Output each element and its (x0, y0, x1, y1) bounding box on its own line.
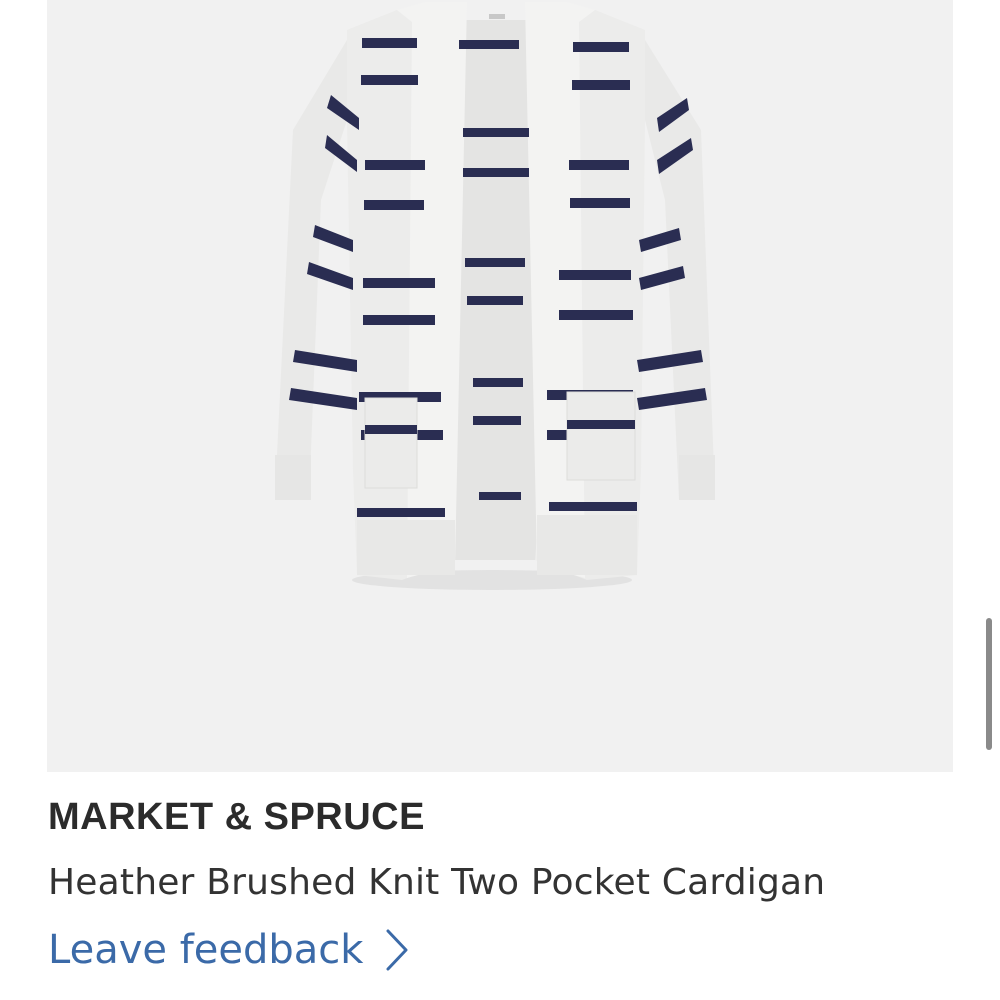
product-title: Heather Brushed Knit Two Pocket Cardigan (48, 862, 826, 903)
brand-name: MARKET & SPRUCE (48, 796, 425, 838)
product-detail-page: MARKET & SPRUCE Heather Brushed Knit Two… (0, 0, 1000, 1000)
cardigan-image (275, 2, 715, 590)
leave-feedback-label: Leave feedback (48, 927, 364, 973)
leave-feedback-link[interactable]: Leave feedback (48, 927, 409, 973)
chevron-right-icon (386, 929, 408, 971)
scrollbar[interactable] (986, 618, 992, 750)
product-image[interactable] (47, 0, 953, 772)
